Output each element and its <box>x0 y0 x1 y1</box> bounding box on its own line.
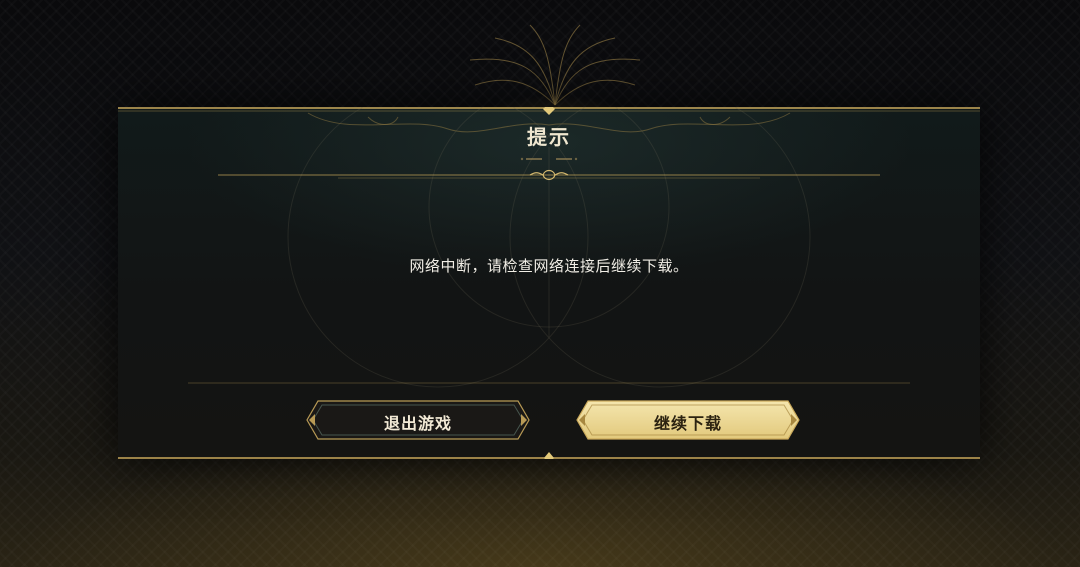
ornament-title-flourish-icon <box>529 169 569 181</box>
dialog-frame-ornament <box>118 107 980 459</box>
continue-download-label: 继续下载 <box>653 414 722 433</box>
network-error-dialog: 提示 网络中断，请检查网络连接后继续下载。 退出游戏 继续下载 <box>118 107 980 459</box>
dialog-title: 提示 <box>527 125 571 149</box>
dialog-message: 网络中断，请检查网络连接后继续下载。 <box>409 257 689 275</box>
ornament-top-crest-icon <box>543 107 555 115</box>
continue-download-button[interactable]: 继续下载 <box>576 400 800 440</box>
screen-background: 提示 网络中断，请检查网络连接后继续下载。 退出游戏 继续下载 <box>0 0 1080 567</box>
ornament-bottom-diamond-icon <box>544 452 554 459</box>
exit-game-button[interactable]: 退出游戏 <box>306 400 530 440</box>
exit-game-label: 退出游戏 <box>383 414 452 433</box>
